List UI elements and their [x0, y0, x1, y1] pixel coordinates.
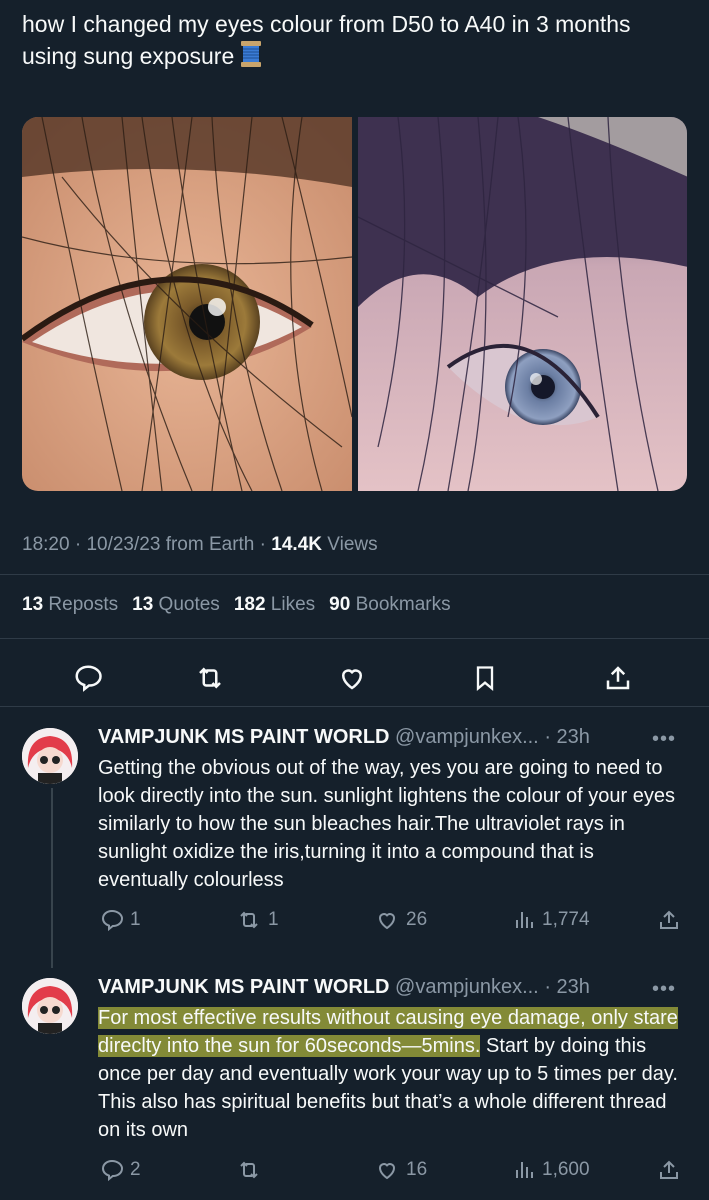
- reply-icon[interactable]: [70, 660, 106, 696]
- divider: [0, 706, 709, 707]
- share-icon: [660, 1160, 678, 1179]
- share-icon[interactable]: [600, 660, 636, 696]
- like-button[interactable]: 26: [374, 908, 427, 932]
- reply-text: Getting the obvious out of the way, yes …: [98, 757, 675, 891]
- photo-blue-eye[interactable]: [357, 117, 687, 491]
- repost-button[interactable]: [236, 1158, 268, 1182]
- repost-count: 1: [268, 909, 279, 930]
- tweet-body: how I changed my eyes colour from D50 to…: [22, 11, 631, 69]
- like-count: 16: [406, 1159, 428, 1180]
- repost-button[interactable]: 1: [236, 908, 279, 932]
- likes-count: 182: [233, 594, 266, 615]
- reply-action-bar: 1 1 26 1,774: [0, 908, 709, 938]
- view-count: 1,774: [542, 909, 590, 930]
- reply-button[interactable]: 2: [100, 1158, 141, 1182]
- tweet-source: from Earth: [165, 534, 255, 555]
- user-handle[interactable]: @vampjunkex...: [395, 726, 539, 748]
- reply-action-bar: 2 16 1,600: [0, 1158, 709, 1188]
- bookmark-icon[interactable]: [467, 660, 503, 696]
- quotes-count: 13: [132, 594, 154, 615]
- quotes-label: Quotes: [158, 594, 220, 615]
- repost-icon: [240, 911, 258, 929]
- avatar[interactable]: [22, 728, 78, 784]
- like-icon[interactable]: [334, 660, 370, 696]
- view-count: 1,600: [542, 1159, 590, 1180]
- repost-icon[interactable]: [192, 660, 228, 696]
- tweet-meta: 18:20 · 10/23/23 from Earth · 14.4K View…: [22, 534, 378, 555]
- more-options-icon[interactable]: •••: [652, 728, 676, 751]
- like-icon: [378, 1163, 396, 1180]
- bookmarks-stat[interactable]: 90 Bookmarks: [329, 594, 450, 616]
- reply-header: VAMPJUNK MS PAINT WORLD @vampjunkex... ·…: [98, 976, 590, 999]
- likes-label: Likes: [270, 594, 316, 615]
- divider: [0, 574, 709, 575]
- bookmarks-label: Bookmarks: [355, 594, 451, 615]
- share-button[interactable]: [656, 908, 682, 932]
- photo-brown-eye[interactable]: [22, 117, 352, 491]
- views-count: 14.4K: [271, 534, 322, 555]
- repost-icon: [240, 1161, 258, 1179]
- analytics-icon: [516, 1162, 533, 1178]
- reply-tweet[interactable]: VAMPJUNK MS PAINT WORLD @vampjunkex... ·…: [0, 976, 709, 1200]
- more-options-icon[interactable]: •••: [652, 978, 676, 1001]
- likes-stat[interactable]: 182 Likes: [234, 594, 315, 616]
- reposts-stat[interactable]: 13 Reposts: [22, 594, 118, 616]
- reposts-label: Reposts: [48, 594, 119, 615]
- tweet-stats: 13 Reposts 13 Quotes 182 Likes 90 Bookma…: [22, 594, 451, 616]
- reply-count: 2: [130, 1159, 141, 1180]
- share-button[interactable]: [656, 1158, 682, 1182]
- thread-line: [51, 788, 53, 968]
- tweet-text: how I changed my eyes colour from D50 to…: [22, 8, 682, 76]
- avatar[interactable]: [22, 978, 78, 1034]
- reply-button[interactable]: 1: [100, 908, 141, 932]
- user-handle[interactable]: @vampjunkex...: [395, 976, 539, 998]
- views-button[interactable]: 1,600: [512, 1158, 590, 1182]
- reply-text: For most effective results without causi…: [98, 1004, 688, 1144]
- tweet-date: 10/23/23: [86, 534, 161, 555]
- reply-time: · 23h: [544, 726, 590, 748]
- reply-time: · 23h: [544, 976, 590, 998]
- like-icon: [378, 913, 396, 930]
- reply-icon: [101, 1159, 124, 1182]
- tweet-media[interactable]: [22, 117, 687, 491]
- quotes-stat[interactable]: 13 Quotes: [132, 594, 220, 616]
- reply-count: 1: [130, 909, 141, 930]
- bookmarks-count: 90: [329, 594, 351, 615]
- views-label: Views: [327, 534, 378, 555]
- display-name[interactable]: VAMPJUNK MS PAINT WORLD: [98, 976, 389, 998]
- share-icon: [660, 910, 678, 929]
- reply-icon: [101, 909, 124, 932]
- reposts-count: 13: [22, 594, 44, 615]
- like-count: 26: [406, 909, 428, 930]
- views-button[interactable]: 1,774: [512, 908, 590, 932]
- like-button[interactable]: 16: [374, 1158, 427, 1182]
- tweet-time: 18:20: [22, 534, 70, 555]
- display-name[interactable]: VAMPJUNK MS PAINT WORLD: [98, 726, 389, 748]
- reply-header: VAMPJUNK MS PAINT WORLD @vampjunkex... ·…: [98, 726, 590, 749]
- analytics-icon: [516, 912, 533, 928]
- divider: [0, 638, 709, 639]
- tweet-action-bar: [0, 652, 709, 704]
- reply-tweet[interactable]: VAMPJUNK MS PAINT WORLD @vampjunkex... ·…: [0, 726, 709, 968]
- spool-of-thread-icon: [240, 40, 262, 76]
